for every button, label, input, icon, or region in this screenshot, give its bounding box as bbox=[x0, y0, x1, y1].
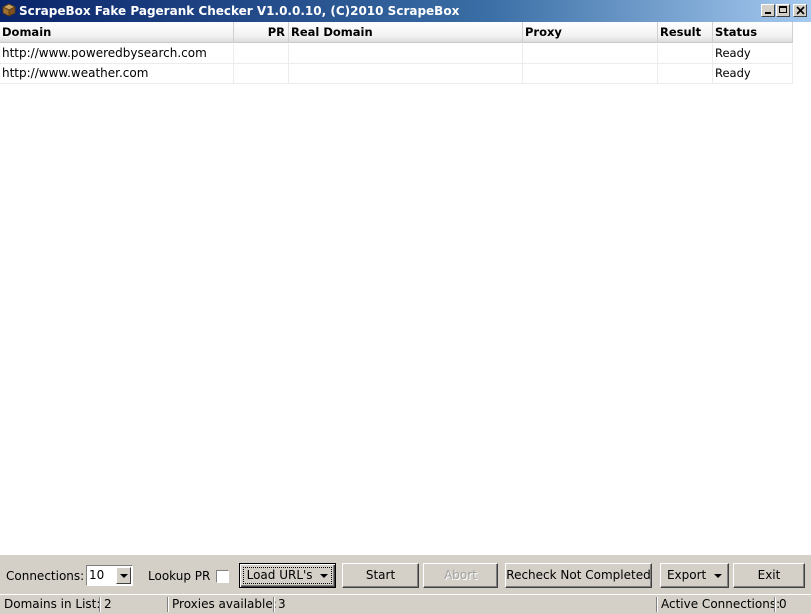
proxies-available-value: 3 bbox=[278, 597, 286, 611]
cell-real-domain bbox=[289, 64, 523, 83]
load-urls-button[interactable]: Load URL's bbox=[239, 563, 336, 588]
cell-domain: http://www.weather.com bbox=[0, 64, 234, 83]
table-row[interactable]: http://www.weather.com Ready bbox=[0, 64, 793, 84]
minimize-button[interactable] bbox=[761, 4, 775, 17]
chevron-down-icon bbox=[320, 573, 329, 578]
column-header-pr[interactable]: PR bbox=[234, 22, 289, 42]
controls-panel: Connections: 10 Lookup PR Load URL's Sta… bbox=[0, 555, 811, 594]
start-button[interactable]: Start bbox=[342, 563, 419, 588]
export-button[interactable]: Export bbox=[660, 563, 729, 588]
connections-dropdown-button[interactable] bbox=[116, 567, 131, 584]
connections-value: 10 bbox=[89, 568, 105, 582]
minimize-icon bbox=[765, 12, 771, 14]
column-header-proxy[interactable]: Proxy bbox=[523, 22, 658, 42]
cell-result bbox=[658, 44, 713, 63]
window-title: ScrapeBox Fake Pagerank Checker V1.0.0.1… bbox=[19, 4, 460, 18]
chevron-down-icon bbox=[120, 574, 128, 578]
exit-button[interactable]: Exit bbox=[733, 563, 805, 588]
column-header-domain[interactable]: Domain bbox=[0, 22, 234, 42]
lookup-pr-label: Lookup PR bbox=[148, 569, 211, 583]
active-connections-label: Active Connections: bbox=[661, 597, 781, 611]
cell-real-domain bbox=[289, 44, 523, 63]
domains-in-list-label: Domains in List: bbox=[4, 597, 101, 611]
proxies-available-label: Proxies available: bbox=[172, 597, 277, 611]
cell-pr bbox=[234, 64, 289, 83]
cell-proxy bbox=[523, 44, 658, 63]
grid-header: Domain PR Real Domain Proxy Result Statu… bbox=[0, 22, 793, 43]
cell-domain: http://www.poweredbysearch.com bbox=[0, 44, 234, 63]
results-grid[interactable]: Domain PR Real Domain Proxy Result Statu… bbox=[0, 22, 811, 555]
column-header-result[interactable]: Result bbox=[658, 22, 713, 42]
cell-result bbox=[658, 64, 713, 83]
maximize-icon bbox=[779, 6, 787, 13]
domains-in-list-value: 2 bbox=[104, 597, 112, 611]
status-bar: Domains in List: 2 Proxies available: 3 … bbox=[0, 594, 811, 614]
abort-button[interactable]: Abort bbox=[423, 563, 498, 588]
maximize-button[interactable] bbox=[776, 4, 790, 17]
close-button[interactable] bbox=[793, 4, 807, 17]
cell-status: Ready bbox=[713, 44, 793, 63]
column-header-status[interactable]: Status bbox=[713, 22, 793, 42]
box-icon bbox=[2, 3, 16, 17]
lookup-pr-checkbox[interactable] bbox=[216, 570, 229, 583]
cell-proxy bbox=[523, 64, 658, 83]
table-row[interactable]: http://www.poweredbysearch.com Ready bbox=[0, 44, 793, 64]
recheck-not-completed-button[interactable]: Recheck Not Completed bbox=[505, 563, 652, 588]
connections-select[interactable]: 10 bbox=[86, 565, 133, 586]
close-icon bbox=[796, 6, 805, 15]
chevron-down-icon bbox=[714, 573, 723, 578]
grid-rows: http://www.poweredbysearch.com Ready htt… bbox=[0, 44, 793, 84]
column-header-real-domain[interactable]: Real Domain bbox=[289, 22, 523, 42]
active-connections-value: 0 bbox=[779, 597, 787, 611]
app-window: ScrapeBox Fake Pagerank Checker V1.0.0.1… bbox=[0, 0, 811, 614]
title-bar[interactable]: ScrapeBox Fake Pagerank Checker V1.0.0.1… bbox=[0, 0, 811, 22]
load-urls-label: Load URL's bbox=[246, 568, 313, 582]
cell-status: Ready bbox=[713, 64, 793, 83]
export-label: Export bbox=[666, 568, 707, 582]
cell-pr bbox=[234, 44, 289, 63]
connections-label: Connections: bbox=[6, 569, 85, 583]
